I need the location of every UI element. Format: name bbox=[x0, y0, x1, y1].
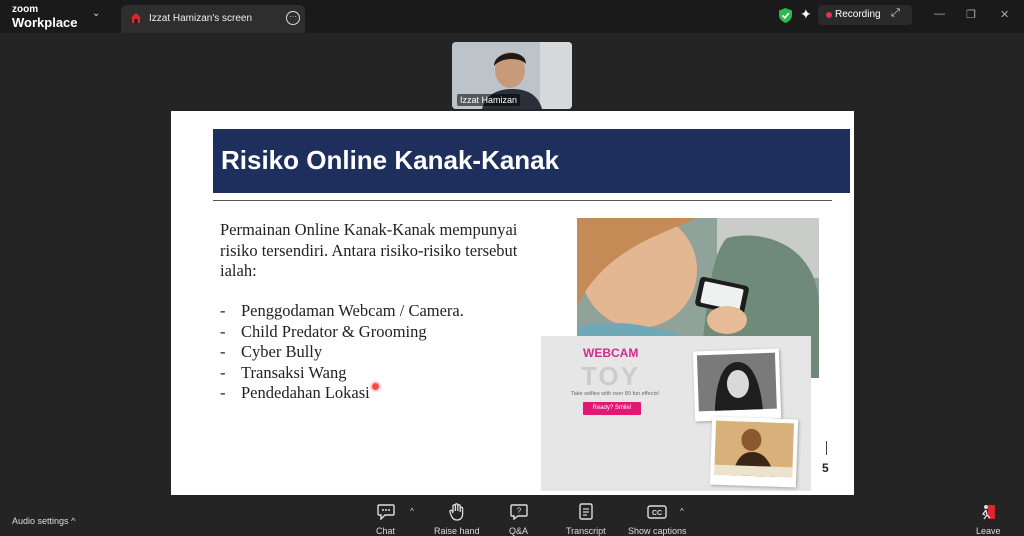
bullet-marker: - bbox=[220, 383, 226, 402]
brand-zoom: zoom bbox=[12, 4, 39, 15]
top-bar: zoom Workplace ⌄ Izzat Hamizan's screen … bbox=[0, 0, 1024, 33]
shield-icon[interactable] bbox=[779, 8, 792, 23]
recording-indicator[interactable]: Recording ⤢ bbox=[818, 5, 912, 25]
shared-slide: Risiko Online Kanak-Kanak Permainan Onli… bbox=[171, 111, 854, 495]
qa-button[interactable]: ? Q&A bbox=[509, 502, 528, 536]
bullet-text: Child Predator & Grooming bbox=[241, 321, 427, 341]
chat-icon bbox=[376, 502, 395, 522]
bullet-marker: - bbox=[220, 321, 226, 341]
meeting-controls: Audio settings ^ Chat ^ Raise hand ? Q&A… bbox=[0, 498, 1024, 536]
webcam-ready-button: Ready? Smile! bbox=[583, 402, 641, 415]
bullet-marker: - bbox=[220, 342, 226, 361]
close-button[interactable]: ✕ bbox=[1000, 8, 1009, 21]
webcam-tagline: Take selfies with over 80 fun effects! bbox=[571, 391, 660, 397]
show-captions-label: Show captions bbox=[628, 526, 687, 536]
bullet-marker: - bbox=[220, 301, 226, 320]
page-number: 5 bbox=[822, 461, 829, 475]
raise-hand-button[interactable]: Raise hand bbox=[434, 502, 480, 536]
chat-label: Chat bbox=[376, 526, 396, 536]
divider bbox=[213, 200, 832, 201]
audio-settings-button[interactable]: Audio settings ^ bbox=[12, 516, 75, 526]
bullet-text: Cyber Bully bbox=[241, 342, 323, 361]
webcam-logo: TOY bbox=[581, 361, 640, 391]
tab-shared-screen[interactable]: Izzat Hamizan's screen ··· bbox=[121, 5, 305, 33]
leave-button[interactable]: Leave bbox=[976, 502, 1001, 536]
list-item: - Child Predator & Grooming bbox=[220, 322, 464, 343]
raise-hand-label: Raise hand bbox=[434, 526, 480, 536]
chevron-up-icon[interactable]: ^ bbox=[410, 507, 414, 516]
transcript-label: Transcript bbox=[566, 526, 606, 536]
leave-icon bbox=[976, 502, 1001, 522]
qa-label: Q&A bbox=[509, 526, 529, 536]
page-marker bbox=[826, 441, 827, 455]
list-item: - Cyber Bully bbox=[220, 342, 464, 363]
caret-up-icon: ^ bbox=[71, 516, 76, 526]
transcript-button[interactable]: Transcript bbox=[566, 502, 606, 536]
bullet-text: Pendedahan Lokasi bbox=[241, 383, 370, 402]
chevron-up-icon[interactable]: ^ bbox=[680, 507, 684, 516]
transcript-icon bbox=[566, 502, 606, 522]
chevron-down-icon[interactable]: ⌄ bbox=[92, 8, 100, 19]
laser-pointer-icon bbox=[371, 383, 379, 390]
selfie-sepia bbox=[714, 420, 795, 478]
show-captions-button[interactable]: CC Show captions bbox=[628, 502, 687, 536]
slide-intro: Permainan Online Kanak-Kanak mempunyai r… bbox=[220, 220, 518, 280]
svg-text:CC: CC bbox=[652, 510, 662, 517]
restore-button[interactable]: ❐ bbox=[966, 8, 976, 21]
polaroid-photo bbox=[692, 348, 782, 422]
list-item: - Transaksi Wang bbox=[220, 363, 464, 384]
webcam-toy-screenshot: WEBCAM TOY Take selfies with over 80 fun… bbox=[541, 336, 811, 491]
selfie-bw bbox=[696, 352, 777, 412]
slide-title: Risiko Online Kanak-Kanak bbox=[221, 145, 560, 175]
leave-label: Leave bbox=[976, 526, 1001, 536]
cc-icon: CC bbox=[628, 502, 687, 522]
participant-video[interactable]: Izzat Hamizan bbox=[452, 42, 572, 109]
bullet-text: Transaksi Wang bbox=[241, 362, 347, 382]
bullet-text: Penggodaman Webcam / Camera. bbox=[241, 301, 464, 320]
polaroid-photo bbox=[709, 416, 799, 488]
tab-label: Izzat Hamizan's screen bbox=[149, 13, 253, 24]
app-logo[interactable]: zoom Workplace bbox=[12, 4, 78, 30]
ai-companion-icon[interactable]: ✦ bbox=[800, 6, 812, 23]
webcam-title: WEBCAM bbox=[583, 346, 639, 360]
home-icon bbox=[131, 13, 141, 23]
audio-settings-label: Audio settings bbox=[12, 516, 69, 526]
slide-title-bar: Risiko Online Kanak-Kanak bbox=[213, 129, 850, 193]
recording-dot-icon bbox=[826, 12, 832, 18]
list-item: - Pendedahan Lokasi bbox=[220, 383, 464, 404]
bullet-marker: - bbox=[220, 362, 226, 382]
qa-icon: ? bbox=[509, 502, 528, 522]
minimize-button[interactable]: — bbox=[934, 8, 945, 20]
participant-name: Izzat Hamizan bbox=[457, 94, 521, 106]
expand-icon[interactable]: ⤢ bbox=[891, 7, 900, 20]
recording-label: Recording bbox=[835, 9, 881, 20]
hand-icon bbox=[434, 502, 480, 522]
brand-workplace: Workplace bbox=[12, 15, 78, 30]
more-options-icon[interactable]: ··· bbox=[286, 11, 300, 25]
svg-text:?: ? bbox=[516, 507, 521, 516]
risk-list: - Penggodaman Webcam / Camera. - Child Pre… bbox=[220, 301, 464, 404]
chat-button[interactable]: Chat bbox=[376, 502, 395, 536]
list-item: - Penggodaman Webcam / Camera. bbox=[220, 301, 464, 322]
